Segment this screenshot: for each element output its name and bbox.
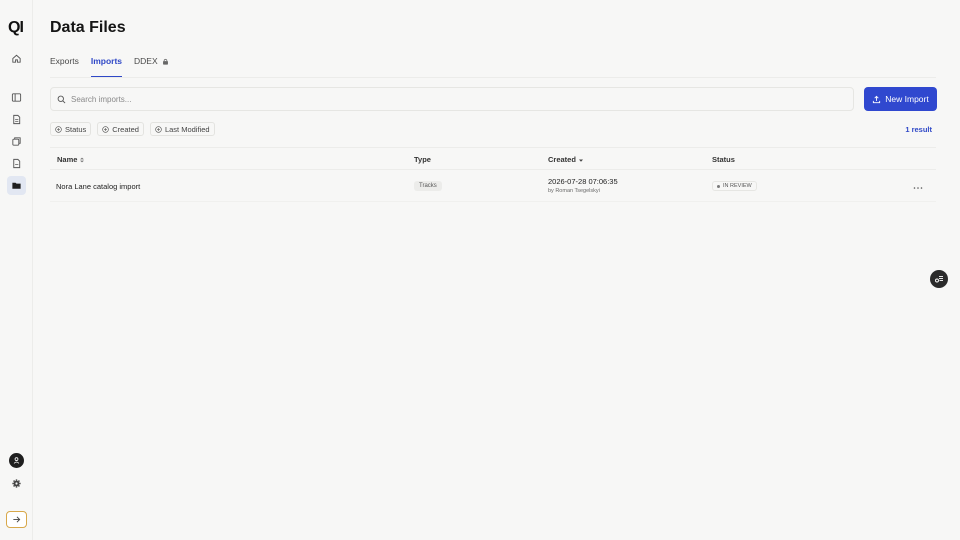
sidebar-item-documents[interactable]	[7, 110, 26, 129]
expand-sidebar-button[interactable]	[6, 511, 27, 528]
row-actions-button[interactable]	[912, 180, 924, 190]
floating-assistant-button[interactable]	[930, 270, 948, 288]
file-icon	[13, 158, 21, 169]
table-row[interactable]: Nora Lane catalog import Tracks 2026-07-…	[50, 170, 936, 202]
user-icon	[13, 457, 20, 464]
sidebar-item-home[interactable]	[7, 49, 26, 68]
imports-table: Name Type Created Status Nora Lane catal…	[50, 147, 936, 202]
sidebar-item-stack[interactable]	[7, 132, 26, 151]
search-input[interactable]	[71, 94, 831, 104]
column-label: Created	[548, 155, 576, 164]
sidebar-item-catalog[interactable]	[7, 88, 26, 107]
tabs-divider	[50, 77, 936, 78]
plus-circle-icon	[155, 125, 162, 133]
result-count: 1 result	[905, 125, 932, 134]
document-icon	[13, 114, 21, 125]
filter-bar: Status Created Last Modified	[50, 122, 215, 136]
column-label: Type	[414, 155, 431, 164]
tab-label: Exports	[50, 56, 79, 66]
upload-icon	[873, 95, 881, 103]
column-label: Name	[57, 155, 78, 164]
column-header-created[interactable]: Created	[548, 155, 584, 164]
sidebar-item-files[interactable]	[7, 154, 26, 173]
tab-bar: Exports Imports DDEX	[50, 55, 169, 78]
tab-imports[interactable]: Imports	[90, 55, 122, 77]
assistant-icon	[935, 276, 943, 283]
filter-label: Last Modified	[164, 124, 210, 134]
gear-icon	[12, 479, 21, 488]
tab-ddex[interactable]: DDEX	[134, 55, 169, 77]
row-name[interactable]: Nora Lane catalog import	[56, 182, 140, 191]
column-header-name[interactable]: Name	[57, 155, 85, 164]
filter-last-modified[interactable]: Last Modified	[149, 122, 215, 136]
page-title: Data Files	[50, 19, 126, 36]
filter-created[interactable]: Created	[97, 122, 144, 136]
more-horizontal-icon	[913, 187, 923, 189]
sidebar: QI	[0, 0, 33, 540]
settings-button[interactable]	[7, 474, 26, 493]
sort-desc-icon	[578, 159, 583, 162]
search-bar	[50, 87, 854, 111]
sidebar-item-data-files[interactable]	[7, 176, 26, 195]
catalog-icon	[11, 93, 22, 102]
status-badge: IN REVIEW	[712, 181, 757, 191]
search-icon	[57, 95, 66, 103]
plus-circle-icon	[55, 125, 62, 133]
column-header-type: Type	[414, 155, 431, 164]
filter-status[interactable]: Status	[50, 122, 92, 136]
created-date: 2026-07-28 07:06:35	[548, 177, 618, 186]
created-by: by Roman Tsegelskyi	[548, 188, 600, 194]
plus-circle-icon	[102, 125, 110, 133]
table-header: Name Type Created Status	[50, 147, 936, 170]
stack-icon	[12, 137, 21, 146]
app-logo[interactable]: QI	[8, 19, 28, 37]
new-import-button[interactable]: New Import	[864, 87, 937, 111]
avatar[interactable]	[9, 453, 24, 468]
folder-icon	[12, 182, 21, 189]
tab-exports[interactable]: Exports	[50, 55, 79, 77]
lock-icon	[162, 55, 169, 69]
new-import-label: New Import	[885, 94, 929, 104]
column-label: Status	[712, 155, 735, 164]
tab-label: DDEX	[134, 56, 158, 66]
home-icon	[12, 54, 21, 63]
status-dot-icon	[717, 184, 720, 188]
column-header-status: Status	[712, 155, 735, 164]
tab-label: Imports	[90, 56, 122, 66]
filter-label: Status	[65, 124, 87, 134]
type-badge: Tracks	[414, 181, 442, 191]
arrow-right-icon	[13, 516, 21, 523]
filter-label: Created	[112, 124, 139, 134]
sort-icon	[80, 157, 85, 162]
status-label: IN REVIEW	[723, 183, 752, 189]
